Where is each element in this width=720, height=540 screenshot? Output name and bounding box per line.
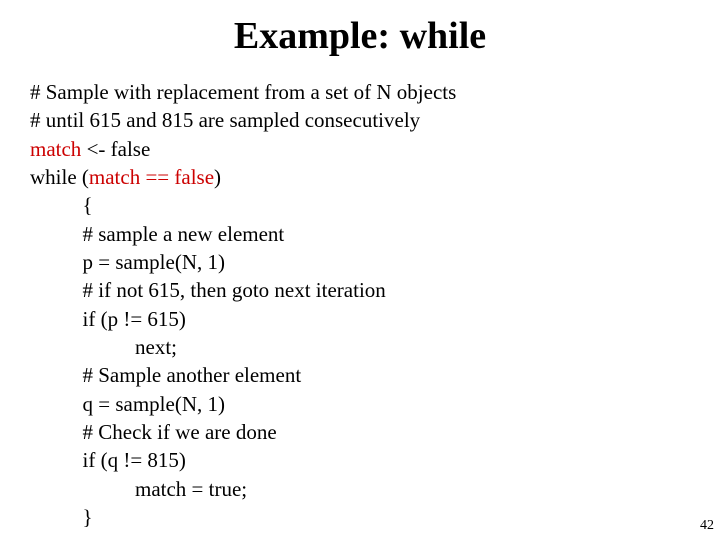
page-number: 42: [700, 518, 714, 534]
code-line: # Check if we are done: [30, 420, 277, 444]
code-line: match = true;: [30, 477, 247, 501]
slide-title: Example: while: [0, 0, 720, 78]
code-token-cond: match == false: [89, 165, 214, 189]
code-line: if (q != 815): [30, 448, 186, 472]
code-block: # Sample with replacement from a set of …: [0, 78, 720, 532]
code-token-while: while (: [30, 165, 89, 189]
code-line: if (p != 615): [30, 307, 186, 331]
slide: Example: while # Sample with replacement…: [0, 0, 720, 540]
code-line: p = sample(N, 1): [30, 250, 225, 274]
code-line: # Sample another element: [30, 363, 301, 387]
code-token-match: match: [30, 137, 81, 161]
code-token-paren: ): [214, 165, 221, 189]
code-line: # until 615 and 815 are sampled consecut…: [30, 108, 420, 132]
code-line: q = sample(N, 1): [30, 392, 225, 416]
code-line: next;: [30, 335, 177, 359]
code-line: }: [30, 505, 93, 529]
code-line: # Sample with replacement from a set of …: [30, 80, 456, 104]
code-line: {: [30, 193, 93, 217]
code-line: <- false: [81, 137, 150, 161]
code-line: # sample a new element: [30, 222, 284, 246]
code-line: # if not 615, then goto next iteration: [30, 278, 386, 302]
